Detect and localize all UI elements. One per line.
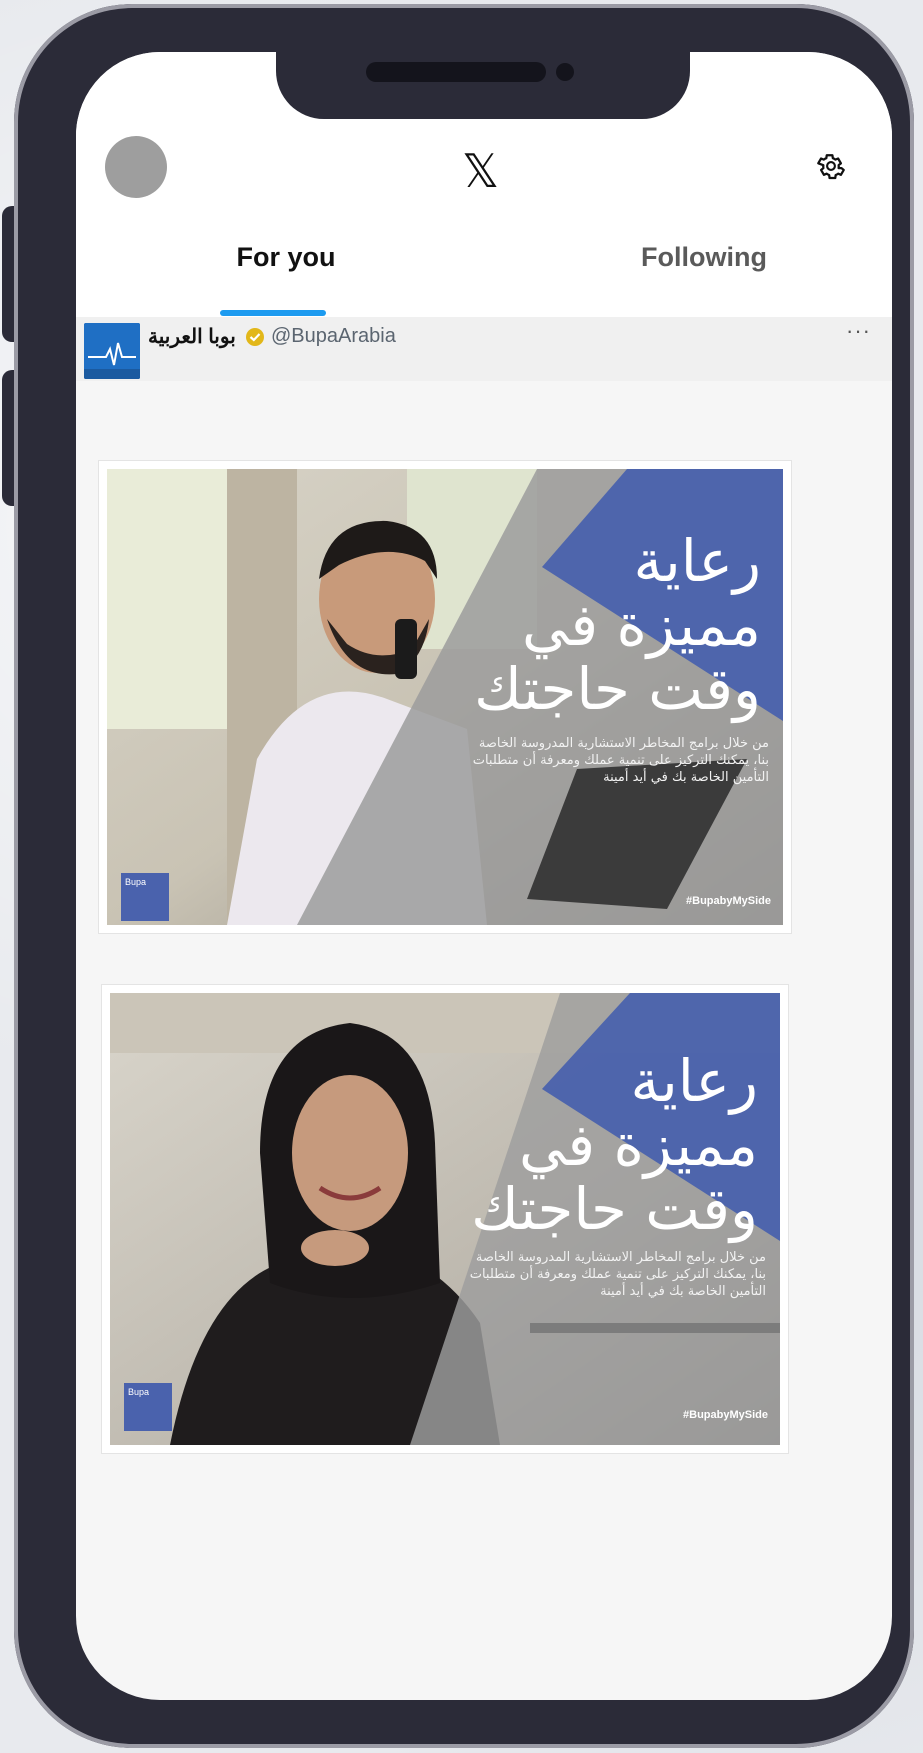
tweet-photo: رعاية مميزة في وقت حاجتك من خلال برامج ا… bbox=[107, 469, 783, 925]
tweet-image-1[interactable]: رعاية مميزة في وقت حاجتك من خلال برامج ا… bbox=[98, 460, 792, 934]
image-arabic-title: رعاية مميزة في وقت حاجتك bbox=[471, 1047, 758, 1243]
x-logo-icon[interactable]: 𝕏 bbox=[462, 148, 499, 194]
verified-badge-icon bbox=[246, 328, 264, 346]
tab-for-you[interactable]: For you bbox=[198, 242, 374, 273]
tab-following[interactable]: Following bbox=[604, 242, 804, 273]
speaker-grille bbox=[366, 62, 546, 82]
image-arabic-body: من خلال برامج المخاطر الاستشارية المدروس… bbox=[469, 1250, 766, 1299]
active-tab-indicator bbox=[220, 310, 326, 316]
image-bupa-logo: Bupa bbox=[121, 873, 169, 921]
more-options-icon[interactable]: ··· bbox=[846, 318, 871, 344]
settings-gear-icon[interactable] bbox=[814, 149, 848, 183]
bupa-avatar-logo[interactable] bbox=[84, 323, 140, 379]
image-arabic-title: رعاية مميزة في وقت حاجتك bbox=[474, 527, 761, 723]
tweet-handle[interactable]: @BupaArabia bbox=[271, 325, 396, 348]
profile-avatar[interactable] bbox=[105, 136, 167, 198]
image-arabic-body: من خلال برامج المخاطر الاستشارية المدروس… bbox=[472, 736, 769, 785]
image-hashtag: #BupabyMySide bbox=[686, 895, 771, 907]
image-hashtag: #BupabyMySide bbox=[683, 1409, 768, 1421]
tweet-photo: رعاية مميزة في وقت حاجتك من خلال برامج ا… bbox=[110, 993, 780, 1445]
tweet-image-2[interactable]: رعاية مميزة في وقت حاجتك من خلال برامج ا… bbox=[101, 984, 789, 1454]
front-camera bbox=[556, 63, 574, 81]
app-screen: 𝕏 For you Following بوبا العربية @BupaAr… bbox=[76, 52, 892, 1700]
tweet-display-name[interactable]: بوبا العربية bbox=[148, 324, 236, 349]
image-bupa-logo: Bupa bbox=[124, 1383, 172, 1431]
phone-frame: 𝕏 For you Following بوبا العربية @BupaAr… bbox=[14, 4, 914, 1748]
